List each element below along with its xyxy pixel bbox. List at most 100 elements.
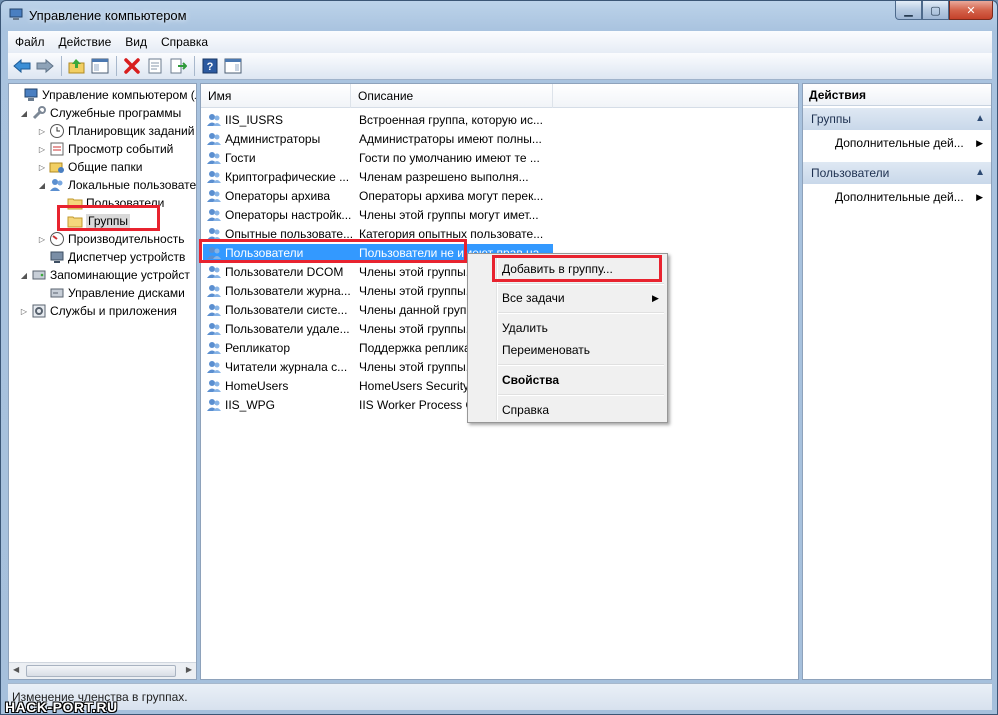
export-list-icon [170, 58, 187, 74]
collapse-icon[interactable]: ◢ [37, 181, 47, 190]
properties-button[interactable] [144, 55, 166, 77]
ctx-all-tasks[interactable]: Все задачи [502, 291, 565, 305]
tree-item-disk-management[interactable]: Управление дисками [37, 284, 185, 302]
group-name-cell: IIS_WPG [206, 397, 354, 413]
menu-action[interactable]: Действие [52, 31, 119, 53]
maximize-button[interactable]: ▢ [922, 1, 949, 20]
forward-button[interactable] [34, 55, 56, 77]
collapse-up-icon[interactable]: ▲ [975, 108, 985, 130]
help-button[interactable]: ? [199, 55, 221, 77]
scroll-left-icon[interactable]: ◀ [13, 665, 19, 674]
tree-item-event-viewer[interactable]: ▷ Просмотр событий [37, 140, 173, 158]
group-name-cell: Криптографические ... [206, 169, 354, 185]
tree-item-label: Производительность [68, 232, 185, 246]
delete-button[interactable] [121, 55, 143, 77]
collapse-up-icon[interactable]: ▲ [975, 162, 985, 184]
performance-icon [49, 231, 65, 247]
action-more-actions-groups[interactable]: Дополнительные дей... ▶ [803, 132, 991, 154]
expand-icon[interactable]: ▷ [37, 145, 47, 154]
expand-icon[interactable]: ▷ [19, 307, 29, 316]
group-icon [207, 284, 221, 297]
highlight-groups-tree-item [57, 205, 160, 231]
group-description: Члены этой группы могут имет... [359, 207, 539, 222]
table-row[interactable]: Операторы настройк... Члены этой группы м… [201, 205, 798, 224]
device-manager-icon [49, 249, 65, 265]
group-name: Операторы настройк... [225, 207, 352, 222]
title-bar[interactable]: Управление компьютером ▁ ▢ ✕ [1, 1, 997, 31]
group-icon [207, 303, 221, 316]
tree-item-storage[interactable]: ◢ Запоминающие устройст [19, 266, 190, 284]
minimize-button[interactable]: ▁ [895, 1, 922, 20]
table-row[interactable]: Гости Гости по умолчанию имеют те ... [201, 148, 798, 167]
clock-icon [49, 123, 65, 139]
action-more-actions-users[interactable]: Дополнительные дей... ▶ [803, 186, 991, 208]
group-name: Пользователи систе... [225, 302, 348, 317]
group-icon [207, 379, 221, 392]
group-name: IIS_WPG [225, 397, 276, 412]
tree-item-label: Службы и приложения [50, 304, 177, 318]
tree-item-system-tools[interactable]: ◢ Служебные программы [19, 104, 181, 122]
tree-item-shared-folders[interactable]: ▷ Общие папки [37, 158, 143, 176]
up-button[interactable] [66, 55, 88, 77]
group-name-cell: Администраторы [206, 131, 354, 147]
actions-title: Действия [803, 84, 991, 106]
tree-item-task-scheduler[interactable]: ▷ Планировщик заданий [37, 122, 194, 140]
action-pane-button[interactable] [222, 55, 244, 77]
ctx-delete[interactable]: Удалить [502, 321, 548, 335]
group-icon [207, 208, 221, 221]
column-header-description[interactable]: Описание [351, 84, 553, 108]
menu-help[interactable]: Справка [154, 31, 215, 53]
table-row[interactable]: Операторы архива Операторы архива могут п… [201, 186, 798, 205]
table-row[interactable]: Администраторы Администраторы имеют полны… [201, 129, 798, 148]
group-name: IIS_IUSRS [225, 112, 284, 127]
ctx-properties[interactable]: Свойства [502, 373, 559, 387]
menu-bar: Файл Действие Вид Справка [8, 31, 992, 53]
list-header: Имя Описание [201, 84, 798, 108]
highlight-users-row [199, 239, 467, 263]
table-row[interactable]: Криптографические ... Членам разрешено вы… [201, 167, 798, 186]
tree-item-computer-management[interactable]: Управление компьютером (л [11, 86, 197, 104]
group-name-cell: Пользователи систе... [206, 302, 354, 318]
group-name-cell: Гости [206, 150, 354, 166]
console-tree[interactable]: Управление компьютером (л ◢ Служебные пр… [8, 83, 197, 680]
ctx-rename[interactable]: Переименовать [502, 343, 590, 357]
tree-item-label: Планировщик заданий [68, 124, 195, 138]
tree-item-local-users[interactable]: ◢ Локальные пользовате [37, 176, 196, 194]
table-row[interactable]: IIS_IUSRS Встроенная группа, которую ис..… [201, 110, 798, 129]
tree-horizontal-scrollbar[interactable]: ◀ ▶ [9, 662, 196, 679]
expand-icon[interactable]: ▷ [37, 235, 47, 244]
group-icon [207, 322, 221, 335]
expand-icon[interactable]: ▷ [37, 127, 47, 136]
tree-item-label: Управление компьютером (л [42, 88, 197, 102]
column-header-name[interactable]: Имя [201, 84, 351, 108]
actions-pane: Действия Группы ▲ Дополнительные дей... … [802, 83, 992, 680]
scroll-thumb[interactable] [26, 665, 176, 677]
tree-item-services-apps[interactable]: ▷ Службы и приложения [19, 302, 177, 320]
tree-item-label: Общие папки [68, 160, 143, 174]
collapse-icon[interactable]: ◢ [19, 271, 29, 280]
group-icon [207, 151, 221, 164]
close-button[interactable]: ✕ [949, 1, 993, 20]
scroll-right-icon[interactable]: ▶ [186, 665, 192, 674]
tree-item-device-manager[interactable]: Диспетчер устройств [37, 248, 185, 266]
ctx-help[interactable]: Справка [502, 403, 549, 417]
group-name: Администраторы [225, 131, 321, 146]
expand-icon[interactable]: ▷ [37, 163, 47, 172]
group-icon [207, 189, 221, 202]
collapse-icon[interactable]: ◢ [19, 109, 29, 118]
group-name-cell: Операторы настройк... [206, 207, 354, 223]
menu-file[interactable]: Файл [8, 31, 52, 53]
menu-view[interactable]: Вид [118, 31, 154, 53]
tree-item-performance[interactable]: ▷ Производительность [37, 230, 184, 248]
group-name: Пользователи DCOM [225, 264, 344, 279]
group-name: Репликатор [225, 340, 290, 355]
export-list-button[interactable] [167, 55, 189, 77]
watermark: HACK-PORT.RU [5, 699, 118, 715]
back-button[interactable] [11, 55, 33, 77]
group-icon [207, 113, 221, 126]
show-hide-tree-button[interactable] [89, 55, 111, 77]
tools-icon [31, 105, 47, 121]
actions-section-users[interactable]: Пользователи ▲ [803, 162, 991, 184]
actions-section-groups[interactable]: Группы ▲ [803, 108, 991, 130]
up-folder-icon [68, 59, 85, 74]
